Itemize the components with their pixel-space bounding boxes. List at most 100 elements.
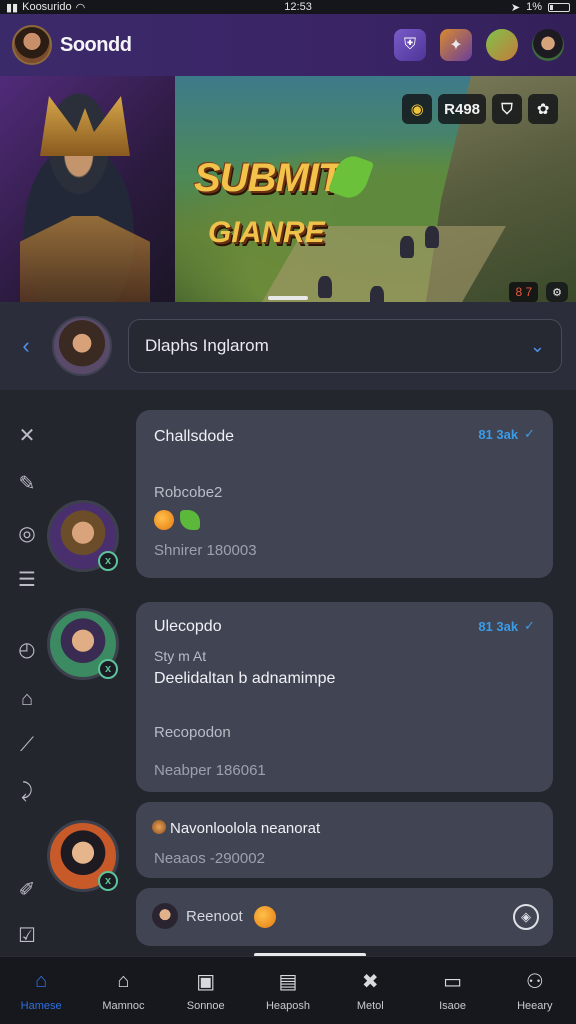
composer-label: Reenoot (186, 908, 243, 925)
tab-mamnoc[interactable]: ⌂ Mamnoc (82, 957, 164, 1024)
smile-emoji-icon[interactable] (154, 510, 174, 530)
check-icon: ✓ (524, 618, 535, 633)
message-stamp: Shnirer 180003 (154, 542, 257, 559)
house-outline-icon: ⌂ (117, 970, 130, 992)
leaf-emoji-icon[interactable] (180, 510, 200, 530)
tab-metol[interactable]: ✖ Metol (329, 957, 411, 1024)
clock: 12:53 (284, 1, 312, 13)
battery-label: 1% (526, 1, 542, 13)
game-logo: SUBMIT GIANRE (194, 136, 384, 266)
banner-pager[interactable] (268, 296, 308, 300)
app-header: Soondd ⛨ ✦ (0, 14, 576, 76)
sender-avatar[interactable]: x (47, 820, 119, 892)
tab-label: Metol (356, 999, 384, 1012)
logo-line-2: GIANRE (208, 216, 325, 249)
check-icon: ✓ (524, 426, 535, 441)
sender-avatar[interactable]: x (47, 608, 119, 680)
message-title: Ulecopdo (154, 618, 222, 635)
message-card[interactable]: Challsdode 81 3ak ✓ Robcobe2 Shnirer 180… (136, 410, 553, 578)
logo-line-1: SUBMIT (194, 156, 342, 200)
message-card[interactable]: Navonloolola neanorat Neaaos -290002 (136, 802, 553, 878)
tab-label: Heeary (517, 999, 553, 1012)
coin-icon[interactable]: ◉ (402, 94, 433, 124)
location-icon: ➤ (510, 1, 521, 14)
message-subtitle: Robcobe2 (154, 484, 223, 501)
message-title: Challsdode (154, 428, 235, 445)
unit-figure (318, 276, 332, 298)
composer-card[interactable]: Reenoot ◈ (136, 888, 553, 946)
selected-profile-avatar[interactable] (52, 316, 112, 376)
left-tool-rail: ✕ ✎ ◎ ☰ ◴ ⌂ ⟋ ⤸ ✐ ☑ (0, 400, 52, 955)
tab-label: Mamnoc (102, 999, 145, 1012)
unit-figure (400, 236, 414, 258)
sender-avatar[interactable]: x (47, 500, 119, 572)
tab-label: Heaposh (265, 999, 310, 1012)
clover-icon[interactable]: ✿ (528, 94, 558, 124)
game-banner[interactable]: SUBMIT GIANRE ◉ R498 ⛉ ✿ 8 7 ⚙ (0, 76, 576, 302)
unit-figure (425, 226, 439, 248)
profile-name: Dlaphs Inglarom (145, 336, 269, 355)
unit-figure (370, 286, 384, 302)
tab-label: Isaoe (439, 999, 466, 1012)
message-time: 81 3ak (478, 618, 519, 634)
app-title: Soondd (60, 33, 132, 56)
send-icon[interactable]: ◈ (513, 904, 539, 930)
online-badge: x (98, 659, 118, 679)
brush-icon[interactable]: ⟋ (14, 732, 40, 758)
status-left: ▮▮ Koosurido ◠ (6, 1, 85, 14)
online-badge: x (98, 551, 118, 571)
tab-isaoe[interactable]: ▭ Isaoe (411, 957, 493, 1024)
profile-dropdown[interactable]: Dlaphs Inglarom ⌄ (128, 319, 562, 373)
message-body: Deelidaltan b adnamimpe (154, 670, 336, 687)
message-card[interactable]: Ulecopdo 81 3ak ✓ Sty m At Deelidaltan b… (136, 602, 553, 792)
chevron-down-icon: ⌄ (529, 335, 545, 356)
score-tag[interactable]: R498 (438, 94, 486, 124)
user-icon: ⚇ (525, 971, 544, 993)
house-icon[interactable]: ⌂ (14, 686, 40, 712)
tab-home[interactable]: ⌂ Hamese (0, 957, 82, 1024)
tab-label: Sonnoe (186, 999, 225, 1012)
header-actions: ⛨ ✦ (394, 29, 564, 61)
tv-icon: ▭ (443, 971, 462, 993)
banner-tags: ◉ R498 ⛉ ✿ (402, 94, 558, 124)
banner-footer: 8 7 ⚙ (509, 282, 568, 302)
message-stamp: Neabper 186061 (154, 762, 266, 779)
message-note: Recopodon (154, 724, 231, 741)
badge-icon[interactable]: ⛉ (492, 94, 522, 124)
treasure-icon[interactable]: ✦ (440, 29, 472, 61)
bottom-nav: ⌂ Hamese ⌂ Mamnoc ▣ Sonnoe ▤ Heaposh ✖ M… (0, 956, 576, 1024)
timer-icon[interactable]: ◴ (14, 636, 40, 662)
reaction-row (154, 510, 200, 530)
compass-icon[interactable]: ◎ (14, 520, 40, 546)
tab-sonnoe[interactable]: ▣ Sonnoe (165, 957, 247, 1024)
battery-icon (547, 2, 570, 12)
online-badge: x (98, 871, 118, 891)
menu-icon[interactable]: ☰ (14, 566, 40, 592)
hero-avatar-icon[interactable] (532, 29, 564, 61)
edit-icon[interactable]: ✎ (14, 470, 40, 496)
box-icon: ▣ (196, 971, 216, 993)
app-avatar[interactable] (12, 25, 52, 65)
message-subtitle: Sty m At (154, 648, 207, 664)
hook-icon[interactable]: ⤸ (14, 778, 40, 804)
cross-icon[interactable]: ✕ (14, 422, 40, 448)
tab-heaposh[interactable]: ▤ Heaposh (247, 957, 329, 1024)
message-meta: 81 3ak ✓ (478, 426, 535, 442)
shield-icon[interactable]: ⛨ (394, 29, 426, 61)
smile-emoji-icon[interactable] (254, 906, 276, 928)
tab-heeary[interactable]: ⚇ Heeary (494, 957, 576, 1024)
home-icon: ⌂ (35, 970, 48, 992)
app-screen: ▮▮ Koosurido ◠ 12:53 ➤ 1% Soondd ⛨ ✦ SUB… (0, 0, 576, 1024)
pen-icon[interactable]: ✐ (14, 876, 40, 902)
banner-counter: 8 7 (509, 282, 539, 302)
tools-icon: ✖ (361, 971, 379, 993)
message-time: 81 3ak (478, 426, 519, 442)
friend-avatar-icon[interactable] (486, 29, 518, 61)
gear-icon[interactable]: ⚙ (546, 282, 568, 302)
back-button[interactable]: ‹ (14, 333, 38, 358)
message-title: Navonloolola neanorat (170, 820, 321, 837)
profile-selector-row: ‹ Dlaphs Inglarom ⌄ (0, 302, 576, 390)
signal-icon: ▮▮ (6, 1, 19, 14)
pin-icon (152, 820, 166, 834)
checkbox-icon[interactable]: ☑ (14, 922, 40, 948)
